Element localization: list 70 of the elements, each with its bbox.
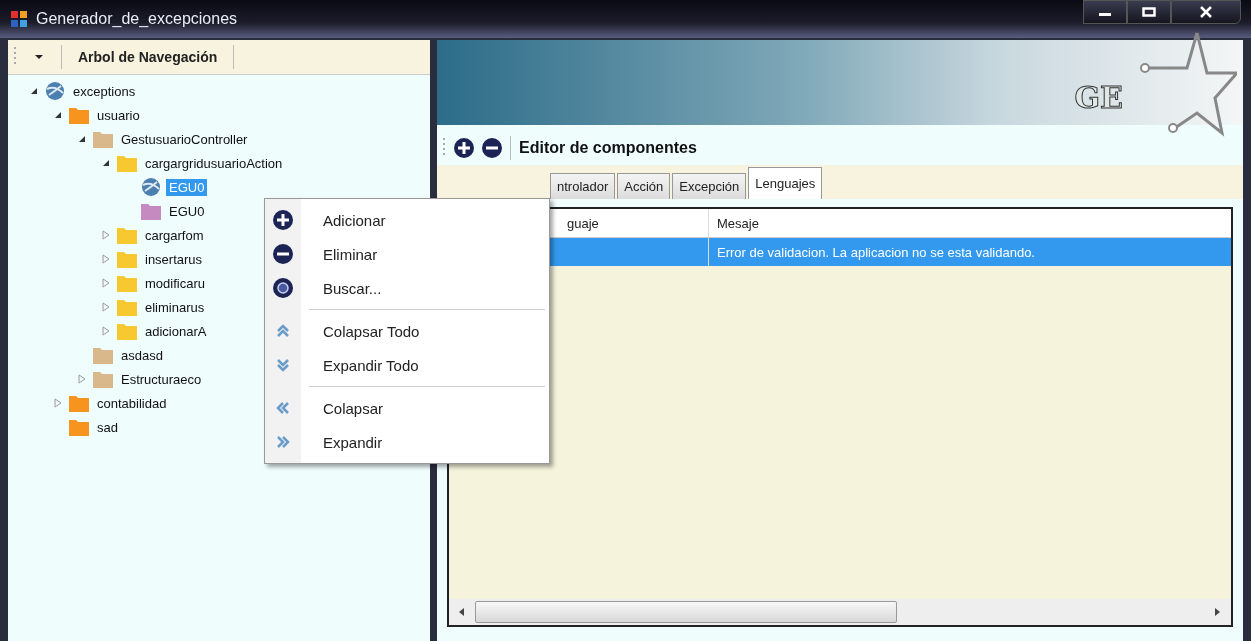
- expanded-arrow-icon[interactable]: [78, 135, 86, 143]
- expanded-arrow-icon[interactable]: [30, 87, 38, 95]
- double-chevron-right-icon: [276, 435, 290, 449]
- tree-item[interactable]: EGU0: [166, 202, 208, 220]
- app-icon: [10, 10, 28, 28]
- folder-icon: [116, 273, 138, 293]
- caret-icon: [35, 54, 43, 60]
- tab[interactable]: ntrolador: [550, 173, 616, 199]
- folder-icon: [68, 393, 90, 413]
- tree-item[interactable]: cargarfom: [142, 226, 207, 244]
- globe-icon: [44, 81, 66, 101]
- window-title: Generador_de_excepciones: [36, 10, 238, 28]
- logo-text: GE: [1074, 80, 1123, 115]
- tree-item[interactable]: insertarus: [142, 250, 206, 268]
- folder-icon: [92, 345, 114, 365]
- menu-item[interactable]: Colapsar Todo: [265, 314, 549, 348]
- tree-item[interactable]: usuario: [94, 106, 143, 124]
- maximize-button[interactable]: [1127, 0, 1171, 24]
- tree-item[interactable]: adicionarA: [142, 322, 210, 340]
- tree-item[interactable]: GestusuarioController: [118, 130, 251, 148]
- tree-item[interactable]: Estructuraeco: [118, 370, 205, 388]
- tree-item[interactable]: contabilidad: [94, 394, 170, 412]
- scroll-right-icon[interactable]: [1215, 608, 1221, 616]
- menu-item[interactable]: Expandir Todo: [265, 348, 549, 382]
- horizontal-scrollbar[interactable]: [449, 599, 1231, 625]
- folder-icon: [116, 297, 138, 317]
- folder-icon: [92, 129, 114, 149]
- editor-title: Editor de componentes: [519, 139, 697, 157]
- scroll-thumb[interactable]: [475, 601, 897, 623]
- maximize-icon: [1142, 7, 1156, 17]
- menu-item[interactable]: Colapsar: [265, 391, 549, 425]
- double-chevron-up-icon: [276, 324, 290, 338]
- folder-icon: [92, 369, 114, 389]
- tab[interactable]: Lenguajes: [748, 167, 823, 199]
- folder-icon: [140, 201, 162, 221]
- tree-item[interactable]: eliminarus: [142, 298, 208, 316]
- menu-item[interactable]: Buscar...: [265, 271, 549, 305]
- minus-icon: [273, 244, 293, 264]
- double-chevron-left-icon: [276, 401, 290, 415]
- panel-title: Arbol de Navegación: [77, 49, 219, 65]
- globe-icon: [140, 177, 162, 197]
- search-icon: [273, 278, 293, 298]
- folder-icon: [116, 249, 138, 269]
- add-button[interactable]: [454, 138, 474, 158]
- expanded-arrow-icon[interactable]: [54, 111, 62, 119]
- folder-icon: [68, 105, 90, 125]
- plus-icon: [454, 138, 474, 158]
- menu-item[interactable]: Expandir: [265, 425, 549, 459]
- folder-icon: [116, 225, 138, 245]
- tree-item[interactable]: exceptions: [70, 82, 139, 100]
- close-button[interactable]: [1171, 0, 1241, 24]
- double-chevron-down-icon: [276, 358, 290, 372]
- tab[interactable]: Acción: [617, 173, 671, 199]
- minimize-button[interactable]: [1083, 0, 1127, 24]
- folder-icon: [116, 153, 138, 173]
- expanded-arrow-icon[interactable]: [102, 159, 110, 167]
- plus-icon: [273, 210, 293, 230]
- close-icon: [1199, 6, 1213, 18]
- remove-button[interactable]: [482, 138, 502, 158]
- folder-icon: [68, 417, 90, 437]
- table-cell-text: Error de validacion. La aplicacion no se esta validando.: [716, 243, 1036, 262]
- tree-item[interactable]: cargargridusuarioAction: [142, 154, 286, 172]
- tree-item[interactable]: modificaru: [142, 274, 208, 292]
- scroll-left-icon[interactable]: [459, 608, 465, 616]
- column-header[interactable]: Mesaje: [709, 209, 1231, 237]
- tree-item[interactable]: sad: [94, 418, 121, 436]
- tree-item[interactable]: asdasd: [118, 346, 166, 364]
- minus-icon: [482, 138, 502, 158]
- tab[interactable]: Excepción: [672, 173, 747, 199]
- folder-icon: [116, 321, 138, 341]
